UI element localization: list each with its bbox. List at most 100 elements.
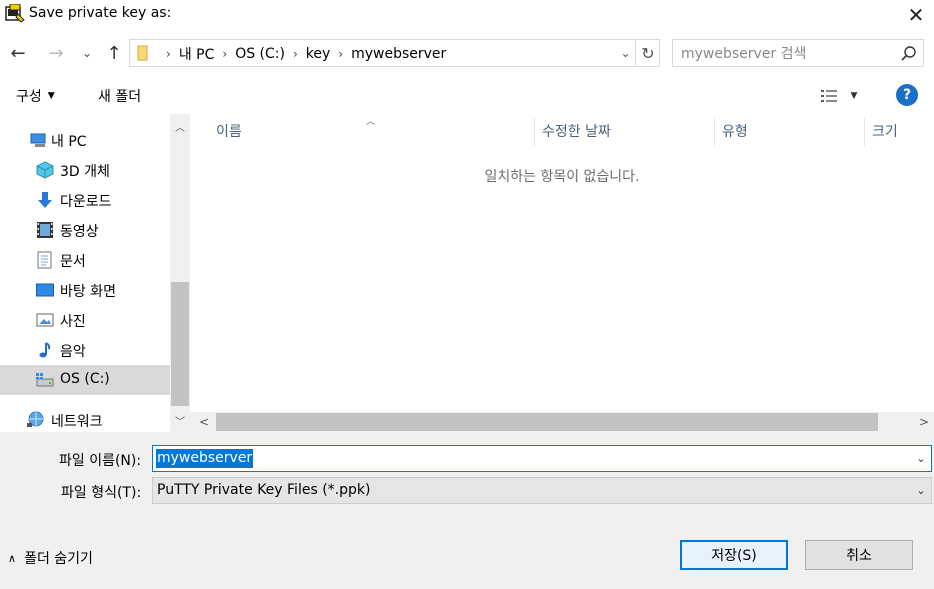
filetype-dropdown-button[interactable]: ⌄ [911,478,931,503]
forward-button[interactable]: → [44,41,68,65]
cancel-button[interactable]: 취소 [805,540,913,570]
nav-item-documents[interactable]: 문서 [0,245,170,275]
nav-item-pictures[interactable]: 사진 [0,305,170,335]
details-view-icon [821,90,837,102]
drive-icon [35,371,54,389]
chevron-down-icon: ⌄ [916,484,926,497]
save-button[interactable]: 저장(S) [680,540,788,570]
breadcrumb-separator[interactable]: › [222,47,227,61]
view-options-dropdown[interactable]: ▼ [846,84,862,108]
desktop-icon [36,281,54,299]
organize-label: 구성 [16,89,42,105]
change-view-button[interactable] [818,84,840,108]
breadcrumb-item-drive[interactable]: OS (C:) [235,46,285,62]
scroll-left-icon[interactable]: < [194,412,214,432]
computer-icon [30,131,48,149]
nav-item-3d-objects[interactable]: 3D 개체 [0,155,170,185]
arrow-left-icon: ← [10,42,26,64]
address-bar[interactable]: › 내 PC › OS (C:) › key › mywebserver ⌄ ↻ [129,39,660,67]
breadcrumb-item-this-pc[interactable]: 내 PC [179,44,215,64]
nav-item-label: 문서 [60,254,86,270]
column-header-name[interactable]: 이름 [208,114,534,148]
breadcrumb-separator[interactable]: › [166,47,171,61]
nav-item-label: OS (C:) [60,371,110,387]
nav-item-label: 사진 [60,314,86,330]
navigation-pane: 내 PC 3D 개체 다운로드 동영상 문서 바탕 화면 사진 음악 OS (C… [0,114,190,432]
nav-item-label: 다운로드 [60,194,112,210]
breadcrumb-item-mywebserver[interactable]: mywebserver [351,46,446,62]
chevron-down-icon: ⌄ [81,46,93,60]
scroll-down-icon[interactable]: ﹀ [170,410,190,430]
dropdown-arrow-icon: ▼ [850,91,858,101]
search-input[interactable] [681,44,891,64]
scroll-right-icon[interactable]: > [914,412,934,432]
nav-item-videos[interactable]: 동영상 [0,215,170,245]
file-list-horizontal-scrollbar[interactable]: < > [190,412,934,432]
search-icon[interactable] [899,44,919,64]
nav-item-drive-c[interactable]: OS (C:) [0,365,170,395]
breadcrumb-item-key[interactable]: key [306,46,331,62]
nav-item-label: 3D 개체 [60,164,110,180]
breadcrumb-separator[interactable]: › [338,47,343,61]
arrow-up-icon: ↑ [106,42,122,64]
hide-folders-label: 폴더 숨기기 [24,551,93,567]
video-icon [36,221,54,239]
download-icon [36,191,54,209]
filetype-select[interactable]: PuTTY Private Key Files (*.ppk) ⌄ [152,477,932,504]
recent-locations-button[interactable]: ⌄ [78,41,96,65]
organize-button[interactable]: 구성 ▼ [10,84,61,108]
empty-folder-message: 일치하는 항목이 없습니다. [484,169,640,185]
cube-icon [36,161,54,179]
chevron-up-icon: ∧ [8,551,17,565]
filename-label: 파일 이름(N): [59,453,142,469]
music-icon [36,341,54,359]
dropdown-arrow-icon: ▼ [47,91,55,101]
nav-item-label: 내 PC [51,134,87,150]
refresh-button[interactable]: ↻ [636,40,660,66]
filetype-label: 파일 형식(T): [61,485,142,501]
scrollbar-thumb[interactable] [216,413,878,431]
refresh-icon: ↻ [641,43,655,63]
column-header-size[interactable]: 크기 [864,114,934,148]
document-icon [36,251,54,269]
new-folder-button[interactable]: 새 폴더 [92,84,147,108]
help-icon: ? [902,87,912,103]
nav-item-this-pc[interactable]: 내 PC [0,125,170,155]
filename-dropdown-button[interactable]: ⌄ [911,446,931,471]
toolbar: 구성 ▼ 새 폴더 ▼ ? [0,78,934,114]
column-header-type[interactable]: 유형 [714,114,864,148]
back-button[interactable]: ← [6,41,30,65]
window-title: Save private key as: [29,5,172,21]
save-dialog-footer: 파일 이름(N): mywebserver ⌄ 파일 형식(T): PuTTY … [0,432,934,589]
nav-item-label: 음악 [60,344,86,360]
chevron-down-icon: ⌄ [620,46,631,60]
column-header-date-modified[interactable]: 수정한 날짜 [534,114,714,148]
filename-combobox[interactable]: mywebserver ⌄ [152,445,932,472]
close-icon: ✕ [907,3,925,27]
up-folder-button[interactable]: ↑ [102,41,126,65]
nav-item-label: 네트워크 [51,414,103,430]
nav-item-music[interactable]: 음악 [0,335,170,365]
scroll-up-icon[interactable]: ︿ [170,116,190,136]
search-box[interactable] [672,39,924,67]
nav-item-downloads[interactable]: 다운로드 [0,185,170,215]
chevron-down-icon: ⌄ [916,452,926,465]
help-button[interactable]: ? [896,84,918,106]
nav-item-label: 동영상 [60,224,99,240]
picture-icon [36,311,54,329]
title-bar: Save private key as: ✕ [0,0,934,30]
breadcrumb: › 내 PC › OS (C:) › key › mywebserver [158,44,446,64]
nav-item-desktop[interactable]: 바탕 화면 [0,275,170,305]
scrollbar-thumb[interactable] [171,282,189,406]
filename-input[interactable]: mywebserver [156,449,254,468]
filetype-selected-value: PuTTY Private Key Files (*.ppk) [157,482,371,498]
file-list: ︿ 이름 수정한 날짜 유형 크기 일치하는 항목이 없습니다. < > [190,114,934,432]
address-dropdown-button[interactable]: ⌄ [616,40,636,66]
close-button[interactable]: ✕ [898,0,934,30]
breadcrumb-separator[interactable]: › [293,47,298,61]
putty-app-icon [4,3,26,24]
navigation-pane-scrollbar[interactable]: ︿ ﹀ [170,114,190,432]
arrow-right-icon: → [48,42,64,64]
hide-folders-button[interactable]: ∧ 폴더 숨기기 [8,548,93,568]
nav-item-network[interactable]: 네트워크 [0,405,170,432]
